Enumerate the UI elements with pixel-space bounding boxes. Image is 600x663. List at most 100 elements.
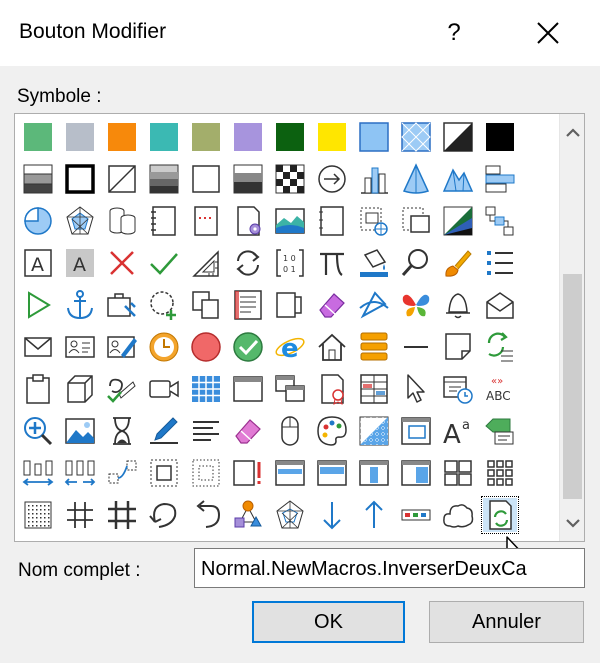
symbol-cell[interactable] [357,372,391,406]
symbol-cell[interactable] [105,456,139,490]
symbol-cell[interactable] [63,288,97,322]
symbol-cell[interactable] [315,204,349,238]
symbol-cell[interactable] [63,414,97,448]
symbol-cell[interactable] [399,120,433,154]
symbol-cell[interactable]: Aa [441,414,475,450]
symbol-cell[interactable]: 1 00 1 [273,246,307,280]
symbol-cell[interactable] [105,246,139,280]
symbol-cell[interactable] [105,162,139,196]
symbol-cell[interactable] [147,330,181,364]
scroll-up-button[interactable] [560,120,584,145]
symbol-cell[interactable] [21,372,55,406]
symbol-cell[interactable] [273,288,307,322]
symbol-cell[interactable] [315,498,349,532]
symbol-cell[interactable] [441,162,475,196]
symbol-cell[interactable] [21,288,55,322]
symbol-cell[interactable] [231,288,265,322]
symbol-cell[interactable] [21,162,55,196]
symbol-cell[interactable] [483,288,517,322]
symbol-cell[interactable] [63,456,97,490]
symbol-cell[interactable] [315,288,349,322]
symbol-cell[interactable] [357,246,391,280]
symbol-cell[interactable] [147,162,181,196]
symbol-cell[interactable] [273,414,307,448]
symbol-cell[interactable] [105,288,139,322]
symbol-cell[interactable] [483,414,517,448]
symbol-cell[interactable] [357,498,391,532]
symbol-cell[interactable]: A [63,246,97,280]
full-name-field[interactable]: Normal.NewMacros.InverserDeuxCa [194,548,585,588]
symbol-cell[interactable] [399,456,433,490]
symbol-cell[interactable] [21,498,55,532]
symbol-cell[interactable] [189,246,223,280]
symbol-cell[interactable] [105,204,139,238]
symbol-cell[interactable] [399,414,433,448]
symbol-cell[interactable] [357,204,391,238]
symbol-cell[interactable] [315,456,349,490]
symbol-cell[interactable] [231,414,265,448]
symbol-cell[interactable] [63,498,97,532]
symbol-cell[interactable] [399,330,433,364]
symbol-cell[interactable] [481,496,519,534]
symbol-cell[interactable] [189,162,223,196]
symbol-cell[interactable] [273,162,307,196]
symbol-cell[interactable] [357,162,391,196]
symbol-cell[interactable] [63,204,97,238]
symbol-cell[interactable] [399,246,433,280]
symbol-cell[interactable] [273,120,307,154]
symbol-cell[interactable] [357,330,391,364]
symbol-cell[interactable] [441,372,475,406]
symbol-cell[interactable] [231,162,265,196]
symbol-cell[interactable] [105,120,139,154]
symbol-cell[interactable] [189,330,223,364]
symbol-cell[interactable] [63,372,97,406]
symbol-cell[interactable] [147,414,181,448]
symbol-cell[interactable] [147,456,181,490]
symbol-cell[interactable] [441,288,475,322]
scroll-down-button[interactable] [560,510,584,535]
symbol-cell[interactable] [273,498,307,532]
symbol-cell[interactable] [63,330,97,364]
symbol-cell[interactable] [189,288,223,322]
symbol-cell[interactable] [441,246,475,280]
symbol-cell[interactable] [357,288,391,322]
symbol-cell[interactable] [147,246,181,280]
symbol-cell[interactable] [147,120,181,154]
help-button[interactable]: ? [430,14,478,52]
symbol-cell[interactable] [231,246,265,280]
symbol-cell[interactable] [399,162,433,196]
symbol-cell[interactable] [315,246,349,280]
symbol-cell[interactable] [273,204,307,238]
symbol-cell[interactable] [441,456,475,490]
symbol-cell[interactable] [231,456,265,490]
symbol-cell[interactable] [483,456,517,490]
symbol-cell[interactable] [189,498,223,532]
symbol-cell[interactable] [63,120,97,154]
symbol-cell[interactable] [399,204,433,238]
close-button[interactable] [524,14,572,52]
symbol-cell[interactable] [357,456,391,490]
symbol-cell[interactable] [105,414,139,448]
symbol-cell[interactable] [189,456,223,490]
symbol-cell[interactable] [483,120,517,154]
symbol-cell[interactable] [189,372,223,406]
symbol-cell[interactable] [399,288,433,322]
symbol-cell[interactable] [315,330,349,364]
scroll-thumb[interactable] [563,274,582,499]
symbol-cell[interactable]: e [273,330,307,364]
symbol-cell[interactable] [315,372,349,406]
symbol-cell[interactable] [483,204,517,238]
symbol-cell[interactable] [399,498,433,532]
symbol-cell[interactable] [357,414,391,448]
symbol-cell[interactable] [441,330,475,364]
symbol-cell[interactable] [21,204,55,238]
symbol-cell[interactable] [21,414,55,448]
symbol-cell[interactable] [231,204,265,238]
symbol-cell[interactable] [483,246,517,280]
ok-button[interactable]: OK [252,601,405,643]
symbol-cell[interactable] [147,288,181,322]
symbol-cell[interactable] [357,120,391,154]
symbol-cell[interactable] [441,120,475,154]
symbol-cell[interactable] [189,120,223,154]
symbol-cell[interactable] [231,120,265,154]
